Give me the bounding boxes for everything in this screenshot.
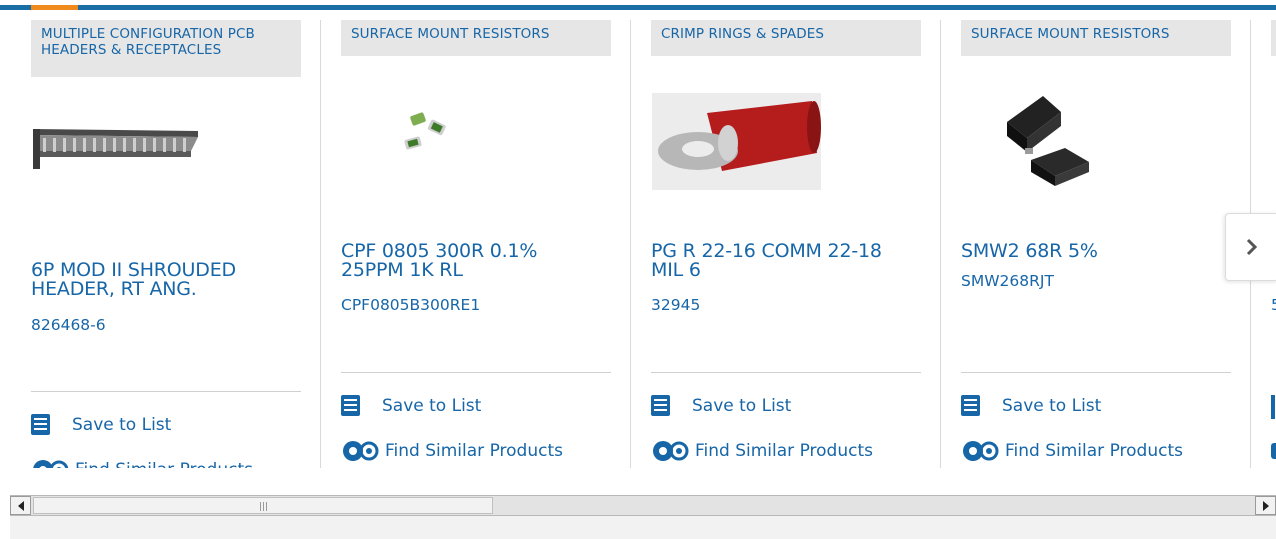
save-to-list-label: Save to List — [692, 395, 792, 416]
part-number-link[interactable]: 826468-6 — [31, 316, 106, 334]
category-label[interactable]: MULTIPLE CONFIGURATION PCB HEADERS & REC… — [31, 20, 301, 77]
save-to-list-label: Save to List — [382, 395, 482, 416]
part-number-link[interactable]: CPF0805B300RE1 — [341, 296, 480, 314]
product-title-link[interactable]: 6P MOD II SHROUDED HEADER, RT ANG. — [31, 261, 291, 299]
save-to-list-button[interactable]: Save to List — [31, 414, 171, 435]
find-similar-label: Find Similar Products — [1005, 441, 1183, 461]
gears-icon — [653, 441, 689, 461]
category-label — [1271, 20, 1276, 56]
gears-icon — [33, 460, 69, 468]
chevron-right-icon — [1246, 238, 1258, 256]
divider — [341, 372, 611, 373]
find-similar-button[interactable]: Find Similar Products — [651, 439, 873, 463]
scroll-left-button[interactable] — [10, 496, 31, 515]
product-card: SURFACE MOUNT RESISTORS CPF 0805 300R 0.… — [320, 20, 611, 468]
part-number-link[interactable]: SMW268RJT — [961, 272, 1054, 290]
find-similar-label: Find Similar Products — [695, 441, 873, 461]
divider — [961, 372, 1231, 373]
product-title-link[interactable]: CPF 0805 300R 0.1% 25PPM 1K RL — [341, 242, 601, 280]
find-similar-button[interactable]: Find Similar Products — [341, 439, 563, 463]
scrollbar-thumb[interactable] — [33, 497, 493, 514]
product-title-link[interactable]: PG R 22-16 COMM 22-18 MIL 6 — [651, 242, 911, 280]
chip-resistor-image[interactable] — [399, 108, 459, 160]
category-label[interactable]: CRIMP RINGS & SPADES — [651, 20, 921, 56]
grip-icon — [260, 502, 268, 511]
page-background-strip — [10, 516, 1276, 539]
gears-icon — [343, 441, 379, 461]
divider — [651, 372, 921, 373]
checklist-icon — [341, 395, 360, 416]
arrow-right-icon — [1262, 500, 1269, 511]
pcb-header-image[interactable] — [31, 117, 201, 183]
product-card: CRIMP RINGS & SPADES PG R 22-16 COMM 22-… — [630, 20, 921, 468]
product-card: SURFACE MOUNT RESISTORS SMW2 68R 5% SMW2… — [940, 20, 1231, 468]
checklist-icon — [651, 395, 670, 416]
part-number-link[interactable]: 5 — [1271, 296, 1276, 314]
category-label[interactable]: SURFACE MOUNT RESISTORS — [961, 20, 1231, 56]
checklist-icon — [1271, 395, 1275, 419]
category-label[interactable]: SURFACE MOUNT RESISTORS — [341, 20, 611, 56]
save-to-list-button[interactable]: Save to List — [341, 395, 481, 416]
power-resistor-image[interactable] — [1001, 90, 1091, 194]
save-to-list-label: Save to List — [1002, 395, 1102, 416]
product-title-link[interactable]: SMW2 68R 5% — [961, 242, 1221, 261]
arrow-left-icon — [17, 500, 24, 511]
save-to-list-button[interactable]: Save to List — [961, 395, 1101, 416]
find-similar-button[interactable]: Find Similar Products — [961, 439, 1183, 463]
ring-terminal-image[interactable] — [652, 93, 821, 194]
divider — [31, 391, 301, 392]
next-arrow-button[interactable] — [1225, 213, 1276, 281]
gears-icon — [1271, 443, 1276, 459]
find-similar-button[interactable]: Find Similar Products — [31, 458, 253, 468]
find-similar-label: Find Similar Products — [385, 441, 563, 461]
checklist-icon — [31, 414, 50, 435]
find-similar-label: Find Similar Products — [75, 460, 253, 468]
horizontal-scrollbar[interactable] — [10, 495, 1276, 516]
save-to-list-label: Save to List — [72, 414, 172, 435]
scroll-right-button[interactable] — [1255, 496, 1276, 515]
save-to-list-button[interactable]: Save to List — [651, 395, 791, 416]
checklist-icon — [961, 395, 980, 416]
gears-icon — [963, 441, 999, 461]
product-carousel: MULTIPLE CONFIGURATION PCB HEADERS & REC… — [0, 10, 1276, 468]
part-number-link[interactable]: 32945 — [651, 296, 700, 314]
product-card: MULTIPLE CONFIGURATION PCB HEADERS & REC… — [31, 20, 301, 468]
